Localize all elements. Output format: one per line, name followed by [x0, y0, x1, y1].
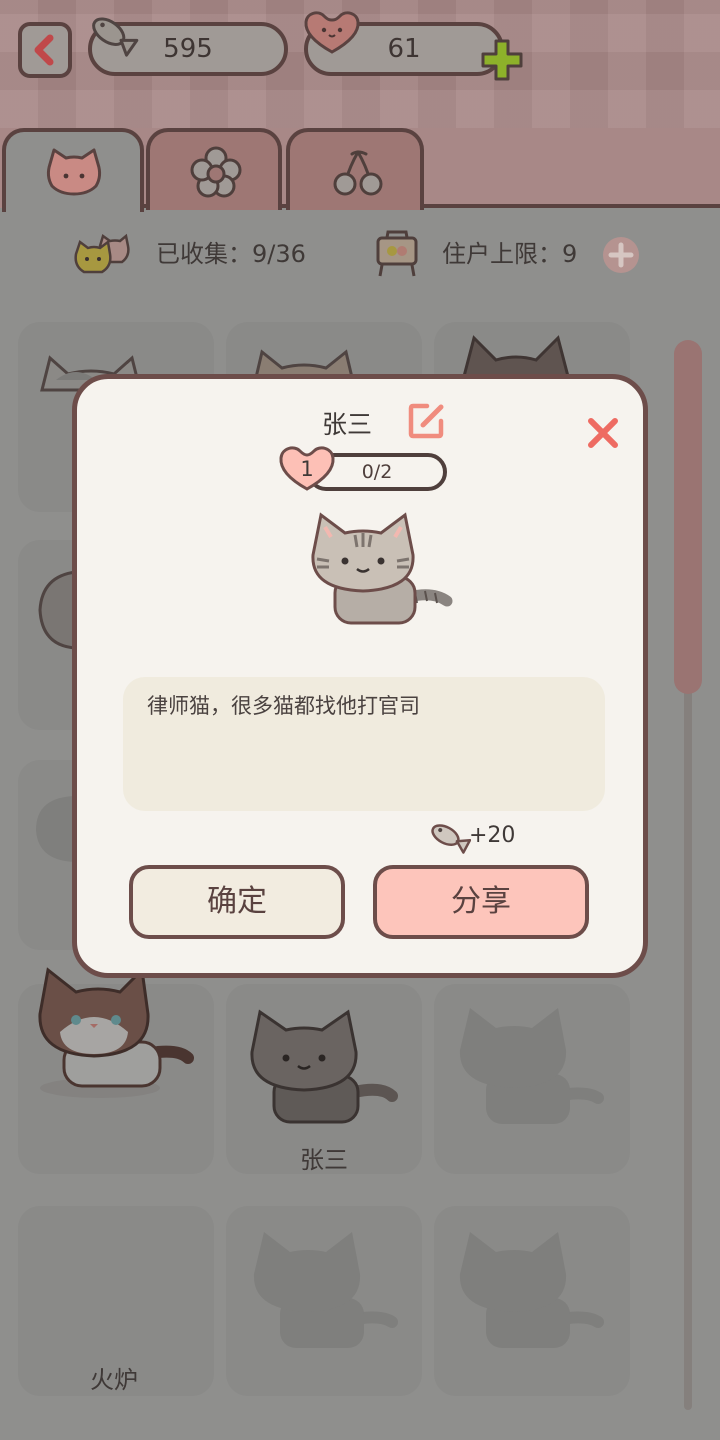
tab-cats[interactable]: [2, 128, 144, 212]
tab-flowers[interactable]: [146, 128, 282, 210]
tab-cherries[interactable]: [286, 128, 424, 210]
item-name-label: 火炉: [90, 1366, 138, 1394]
flower-icon: [190, 146, 242, 198]
progress-text: 0/2: [361, 461, 393, 483]
cat-silhouette: [253, 1232, 398, 1348]
cat-detail-dialog: 张三 0/2 1 律师猫，很多猫都找他打官司 +20 确定 分享: [72, 374, 648, 978]
cat-sprite: [250, 1009, 398, 1124]
heart-icon: [304, 11, 360, 54]
cat-sprite: [38, 966, 194, 1098]
chevron-left-icon: [34, 34, 54, 66]
edit-name-icon[interactable]: [407, 401, 447, 441]
confirm-button[interactable]: 确定: [129, 865, 345, 939]
fish-icon: [431, 824, 471, 854]
cat-portrait: [311, 512, 453, 625]
back-button[interactable]: [18, 22, 72, 78]
affection-level: 1: [300, 457, 314, 481]
cat-name-row: 张三: [77, 405, 653, 441]
add-capacity-button[interactable]: [602, 236, 640, 274]
share-button[interactable]: 分享: [373, 865, 589, 939]
share-reward: +20: [469, 823, 516, 848]
capacity-limit: 住户上限：9: [442, 240, 578, 268]
cats-collected-icon: [74, 233, 130, 274]
signboard-icon: [376, 230, 418, 277]
cat-name-label: 张三: [300, 1146, 348, 1174]
cat-silhouette: [459, 1008, 604, 1124]
add-hearts-button[interactable]: [480, 38, 524, 82]
fish-icon: [92, 17, 139, 57]
heart-count: 61: [387, 34, 421, 64]
cat-silhouette: [459, 1232, 604, 1348]
close-icon[interactable]: [585, 415, 621, 451]
fish-count: 595: [163, 34, 213, 64]
cat-description: 律师猫，很多猫都找他打官司: [123, 677, 605, 811]
cat-face-icon: [46, 148, 102, 196]
scrollbar-thumb[interactable]: [674, 340, 702, 694]
collected-count: 已收集：9/36: [156, 240, 306, 268]
cherry-icon: [333, 150, 383, 196]
cat-name: 张三: [321, 410, 372, 439]
